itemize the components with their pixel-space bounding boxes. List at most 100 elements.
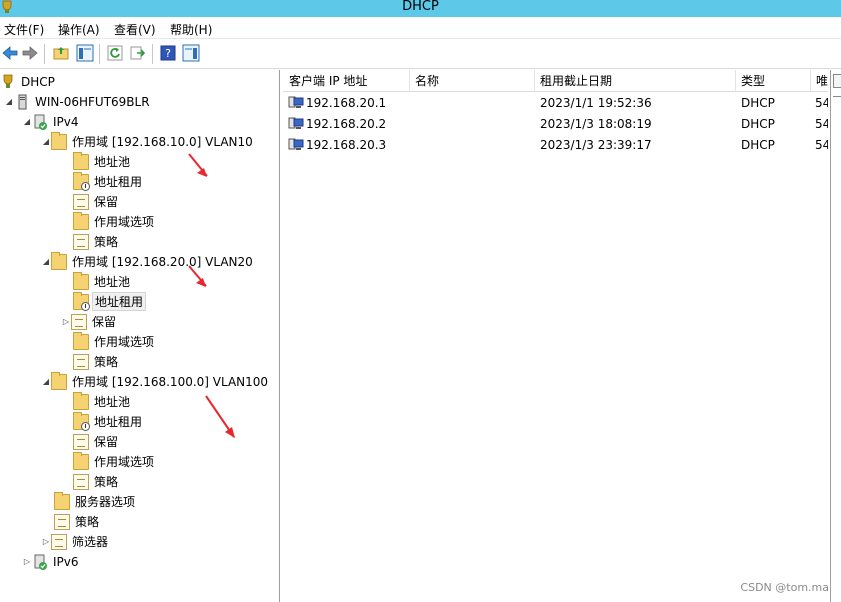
table-row[interactable]: 192.168.20.2 2023/1/3 18:08:19 DHCP 54 — [283, 114, 828, 135]
reservations-icon — [73, 193, 89, 210]
scope-folder-icon — [51, 131, 67, 150]
back-icon — [2, 46, 18, 60]
toolbar-separator — [44, 44, 45, 64]
tree-node-scope-options[interactable]: 作用域选项 — [73, 211, 156, 231]
action-pane-header[interactable] — [833, 74, 841, 88]
cell-type: DHCP — [741, 117, 775, 131]
title-bar: DHCP — [0, 0, 841, 17]
tree-label: 作用域 [192.168.20.0] VLAN20 — [72, 255, 253, 269]
reservations-icon — [71, 313, 87, 330]
menu-help[interactable]: 帮助(H) — [170, 21, 212, 38]
cell-name — [415, 93, 530, 114]
tree-node-address-pool[interactable]: 地址池 — [73, 271, 132, 291]
table-row[interactable]: 192.168.20.3 2023/1/3 23:39:17 DHCP 54 — [283, 135, 828, 156]
column-header-unique-id[interactable]: 唯 — [810, 70, 828, 92]
address-leases-icon — [73, 411, 90, 431]
menu-file[interactable]: 文件(F) — [4, 21, 44, 38]
refresh-button[interactable] — [105, 43, 125, 63]
tree-node-address-leases[interactable]: 地址租用 — [73, 411, 144, 431]
up-folder-icon — [53, 47, 69, 60]
action-pane-item[interactable] — [833, 96, 841, 108]
forward-button[interactable] — [20, 43, 40, 63]
column-header-name[interactable]: 名称 — [409, 70, 535, 92]
forward-icon — [22, 46, 38, 60]
cell-unique-id: 54 — [815, 138, 828, 152]
tree-node-ipv6[interactable]: ▷ IPv6 — [22, 552, 81, 571]
reservations-icon — [73, 433, 89, 450]
collapse-triangle-icon[interactable]: ◢ — [41, 137, 51, 146]
tree-node-address-pool[interactable]: 地址池 — [73, 151, 132, 171]
policies-icon — [73, 233, 89, 250]
up-one-level-button[interactable] — [51, 43, 71, 63]
expand-triangle-icon[interactable]: ▷ — [41, 537, 51, 546]
tree-node-scope-vlan10[interactable]: ◢ 作用域 [192.168.10.0] VLAN10 — [41, 131, 255, 151]
help-button[interactable]: ? — [158, 43, 178, 63]
tree-node-filters[interactable]: ▷ 筛选器 — [41, 532, 110, 551]
expand-triangle-icon[interactable]: ▷ — [61, 317, 71, 326]
tree-node-scope-vlan20[interactable]: ◢ 作用域 [192.168.20.0] VLAN20 — [41, 251, 255, 271]
refresh-icon — [107, 45, 123, 61]
tree-node-reservations[interactable]: ▷ 保留 — [61, 312, 118, 331]
collapse-triangle-icon[interactable]: ◢ — [4, 97, 14, 106]
client-host-icon — [288, 116, 304, 130]
cell-lease-expiry: 2023/1/3 23:39:17 — [540, 138, 652, 152]
tree-node-policies[interactable]: 策略 — [73, 232, 120, 251]
expand-triangle-icon[interactable]: ▷ — [22, 557, 32, 566]
tree-label: 地址租用 — [92, 292, 147, 311]
tree-node-dhcp[interactable]: DHCP — [0, 72, 57, 91]
tree-node-reservations[interactable]: 保留 — [73, 432, 120, 451]
tree-label: 作用域 [192.168.100.0] VLAN100 — [72, 375, 269, 389]
cell-client-ip: 192.168.20.1 — [306, 96, 387, 110]
help-icon: ? — [160, 45, 176, 61]
menu-view[interactable]: 查看(V) — [114, 21, 156, 38]
tree-label: 保留 — [94, 435, 119, 449]
export-list-button[interactable] — [128, 43, 148, 63]
tree-label: 作用域选项 — [94, 455, 155, 469]
properties-pane-button[interactable] — [181, 43, 201, 63]
list-header: 客户端 IP 地址 名称 租用截止日期 类型 唯 — [283, 70, 828, 92]
back-button[interactable] — [0, 43, 20, 63]
tree-node-server-policies[interactable]: 策略 — [54, 512, 101, 531]
show-hide-tree-button[interactable] — [75, 43, 95, 63]
tree-node-policies[interactable]: 策略 — [73, 352, 120, 371]
column-header-type[interactable]: 类型 — [735, 70, 811, 92]
scope-options-icon — [73, 451, 89, 470]
menu-action[interactable]: 操作(A) — [58, 21, 100, 38]
address-pool-icon — [73, 271, 89, 290]
tree-label: 地址池 — [94, 395, 131, 409]
tree-node-scope-options[interactable]: 作用域选项 — [73, 451, 156, 471]
collapse-triangle-icon[interactable]: ◢ — [41, 377, 51, 386]
tree-label: 作用域选项 — [94, 335, 155, 349]
tree-node-address-leases-selected[interactable]: 地址租用 — [73, 291, 147, 311]
tree-node-ipv4[interactable]: ◢ IPv4 — [22, 112, 81, 131]
address-pool-icon — [73, 391, 89, 410]
tree-node-address-leases[interactable]: 地址租用 — [73, 171, 144, 191]
annotation-arrow-icon — [188, 265, 207, 287]
column-header-client-ip[interactable]: 客户端 IP 地址 — [283, 70, 410, 92]
tree-node-scope-options[interactable]: 作用域选项 — [73, 331, 156, 351]
tree-node-server-options[interactable]: 服务器选项 — [54, 491, 137, 511]
cell-client-ip: 192.168.20.3 — [306, 138, 387, 152]
toolbar-separator — [152, 44, 153, 64]
tree-label: 地址池 — [94, 155, 131, 169]
tree-node-address-pool[interactable]: 地址池 — [73, 391, 132, 411]
tree-node-reservations[interactable]: 保留 — [73, 192, 120, 211]
collapse-triangle-icon[interactable]: ◢ — [41, 257, 51, 266]
client-host-icon — [288, 95, 304, 109]
tree-node-policies[interactable]: 策略 — [73, 472, 120, 491]
table-row[interactable]: 192.168.20.1 2023/1/1 19:52:36 DHCP 54 — [283, 93, 828, 114]
tree-label: 保留 — [94, 195, 119, 209]
column-header-lease-expiry[interactable]: 租用截止日期 — [534, 70, 736, 92]
tree-label: DHCP — [21, 74, 55, 89]
dhcp-trophy-icon — [0, 74, 16, 90]
tree-label: 作用域 [192.168.10.0] VLAN10 — [72, 135, 253, 149]
collapse-triangle-icon[interactable]: ◢ — [22, 117, 32, 126]
cell-name — [415, 114, 530, 135]
policies-icon — [73, 473, 89, 490]
tree-label: 策略 — [75, 515, 100, 529]
tree-node-scope-vlan100[interactable]: ◢ 作用域 [192.168.100.0] VLAN100 — [41, 371, 270, 391]
tree-node-server[interactable]: ◢ WIN-06HFUT69BLR — [4, 92, 152, 111]
cell-name — [415, 135, 530, 156]
toolbar: ? — [0, 39, 841, 69]
address-pool-icon — [73, 151, 89, 170]
